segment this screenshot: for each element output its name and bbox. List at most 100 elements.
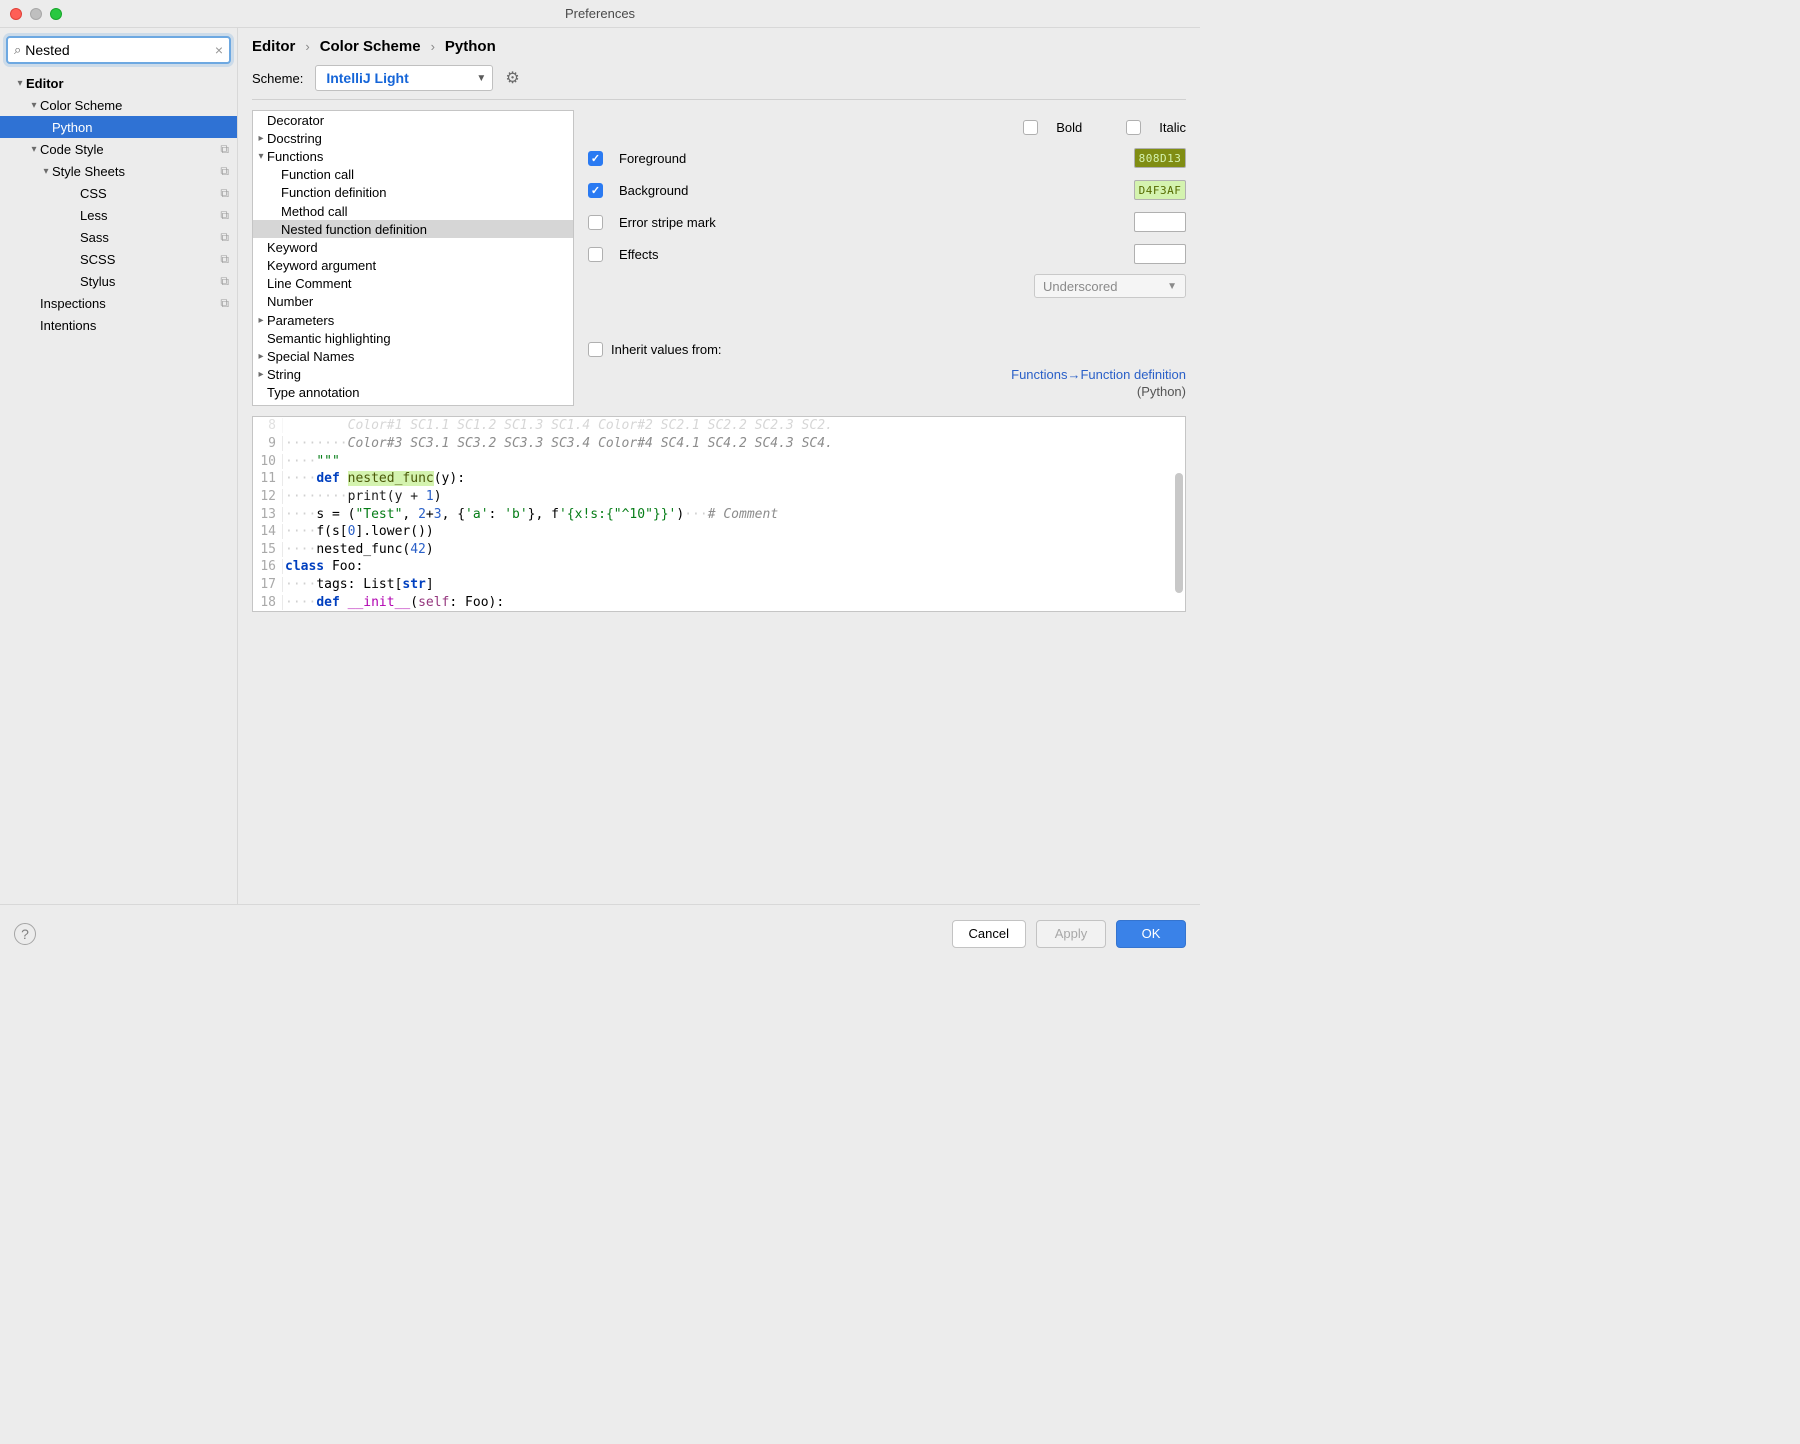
category-label: Parameters bbox=[267, 313, 334, 328]
category-function-call[interactable]: Function call bbox=[253, 166, 573, 184]
category-function-definition[interactable]: Function definition bbox=[253, 184, 573, 202]
scheme-label: Scheme: bbox=[252, 71, 303, 86]
category-label: Semantic highlighting bbox=[267, 331, 391, 346]
copy-icon[interactable]: ⧉ bbox=[220, 208, 229, 223]
errorstripe-swatch[interactable] bbox=[1134, 212, 1186, 232]
category-label: Function call bbox=[281, 167, 354, 182]
chevron-down-icon: ▾ bbox=[28, 100, 40, 111]
bold-checkbox[interactable] bbox=[1023, 120, 1038, 135]
copy-icon[interactable]: ⧉ bbox=[220, 142, 229, 157]
chevron-right-icon: ▸ bbox=[255, 315, 267, 326]
effects-checkbox[interactable] bbox=[588, 247, 603, 262]
copy-icon[interactable]: ⧉ bbox=[220, 296, 229, 311]
inherit-link[interactable]: Functions→Function definition bbox=[588, 367, 1186, 382]
category-label: Keyword argument bbox=[267, 258, 376, 273]
gutter-line: 8 bbox=[253, 418, 283, 433]
italic-checkbox[interactable] bbox=[1126, 120, 1141, 135]
category-label: Number bbox=[267, 294, 313, 309]
breadcrumb-item[interactable]: Python bbox=[445, 38, 496, 55]
category-label: Decorator bbox=[267, 113, 324, 128]
background-checkbox[interactable] bbox=[588, 183, 603, 198]
category-semantic-highlighting[interactable]: Semantic highlighting bbox=[253, 329, 573, 347]
help-icon[interactable]: ? bbox=[14, 923, 36, 945]
category-number[interactable]: Number bbox=[253, 293, 573, 311]
inherit-checkbox[interactable] bbox=[588, 342, 603, 357]
background-label: Background bbox=[613, 183, 1124, 198]
gutter-line: 10 bbox=[253, 454, 283, 469]
sidebar-item-label: Python bbox=[52, 120, 229, 135]
gutter-line: 12 bbox=[253, 489, 283, 504]
category-nested-function-definition[interactable]: Nested function definition bbox=[253, 220, 573, 238]
search-input[interactable]: ⌕ × bbox=[6, 36, 231, 64]
sidebar: ⌕ × ▾Editor▾Color Scheme Python ▾Code Styl… bbox=[0, 28, 238, 904]
foreground-checkbox[interactable] bbox=[588, 151, 603, 166]
code-preview[interactable]: 8 Color#1 SC1.1 SC1.2 SC1.3 SC1.4 Color#… bbox=[252, 416, 1186, 612]
chevron-down-icon: ▾ bbox=[255, 151, 267, 162]
sidebar-item-label: Sass bbox=[80, 230, 220, 245]
category-line-comment[interactable]: Line Comment bbox=[253, 275, 573, 293]
chevron-down-icon: ▼ bbox=[1167, 281, 1177, 292]
breadcrumb: Editor › Color Scheme › Python bbox=[252, 36, 1186, 65]
sidebar-item-color-scheme[interactable]: ▾Color Scheme bbox=[0, 94, 237, 116]
category-label: Docstring bbox=[267, 131, 322, 146]
breadcrumb-item[interactable]: Editor bbox=[252, 38, 295, 55]
background-swatch[interactable]: D4F3AF bbox=[1134, 180, 1186, 200]
copy-icon[interactable]: ⧉ bbox=[220, 252, 229, 267]
scrollbar-vertical[interactable] bbox=[1175, 473, 1183, 593]
scheme-select[interactable]: IntelliJ Light ▼ bbox=[315, 65, 493, 91]
category-keyword-argument[interactable]: Keyword argument bbox=[253, 257, 573, 275]
foreground-swatch[interactable]: 808D13 bbox=[1134, 148, 1186, 168]
sidebar-item-intentions[interactable]: Intentions bbox=[0, 314, 237, 336]
sidebar-item-code-style[interactable]: ▾Code Style⧉ bbox=[0, 138, 237, 160]
sidebar-item-stylus[interactable]: Stylus⧉ bbox=[0, 270, 237, 292]
category-string[interactable]: ▸String bbox=[253, 366, 573, 384]
sidebar-item-css[interactable]: CSS⧉ bbox=[0, 182, 237, 204]
category-docstring[interactable]: ▸Docstring bbox=[253, 129, 573, 147]
sidebar-item-label: Style Sheets bbox=[52, 164, 220, 179]
category-functions[interactable]: ▾Functions bbox=[253, 147, 573, 165]
sidebar-item-sass[interactable]: Sass⧉ bbox=[0, 226, 237, 248]
category-label: Type annotation bbox=[267, 385, 360, 400]
search-field[interactable] bbox=[25, 42, 215, 58]
category-keyword[interactable]: Keyword bbox=[253, 238, 573, 256]
breadcrumb-item[interactable]: Color Scheme bbox=[320, 38, 421, 55]
sidebar-item-label: Intentions bbox=[40, 318, 229, 333]
category-decorator[interactable]: Decorator bbox=[253, 111, 573, 129]
sidebar-item-less[interactable]: Less⧉ bbox=[0, 204, 237, 226]
chevron-right-icon: ▸ bbox=[255, 369, 267, 380]
content-pane: Editor › Color Scheme › Python Scheme: I… bbox=[238, 28, 1200, 904]
gear-icon[interactable]: ⚙ bbox=[505, 68, 519, 88]
sidebar-item-python[interactable]: Python bbox=[0, 116, 237, 138]
gutter-line: 18 bbox=[253, 595, 283, 610]
category-type-annotation[interactable]: Type annotation bbox=[253, 384, 573, 402]
footer: ? Cancel Apply OK bbox=[0, 904, 1200, 962]
effects-type-select[interactable]: Underscored ▼ bbox=[1034, 274, 1186, 298]
category-label: String bbox=[267, 367, 301, 382]
sidebar-item-editor[interactable]: ▾Editor bbox=[0, 72, 237, 94]
copy-icon[interactable]: ⧉ bbox=[220, 230, 229, 245]
ok-button[interactable]: OK bbox=[1116, 920, 1186, 948]
category-method-call[interactable]: Method call bbox=[253, 202, 573, 220]
category-label: Special Names bbox=[267, 349, 354, 364]
clear-icon[interactable]: × bbox=[215, 42, 223, 58]
sidebar-item-label: Inspections bbox=[40, 296, 220, 311]
chevron-down-icon: ▾ bbox=[14, 78, 26, 89]
gutter-line: 17 bbox=[253, 577, 283, 592]
category-special-names[interactable]: ▸Special Names bbox=[253, 347, 573, 365]
copy-icon[interactable]: ⧉ bbox=[220, 274, 229, 289]
category-label: Function definition bbox=[281, 185, 387, 200]
sidebar-item-inspections[interactable]: Inspections⧉ bbox=[0, 292, 237, 314]
sidebar-item-style-sheets[interactable]: ▾Style Sheets⧉ bbox=[0, 160, 237, 182]
sidebar-item-label: SCSS bbox=[80, 252, 220, 267]
titlebar: Preferences bbox=[0, 0, 1200, 28]
category-list[interactable]: Decorator▸Docstring▾FunctionsFunction ca… bbox=[252, 110, 574, 406]
errorstripe-label: Error stripe mark bbox=[613, 215, 1124, 230]
effects-swatch[interactable] bbox=[1134, 244, 1186, 264]
errorstripe-checkbox[interactable] bbox=[588, 215, 603, 230]
category-parameters[interactable]: ▸Parameters bbox=[253, 311, 573, 329]
apply-button[interactable]: Apply bbox=[1036, 920, 1106, 948]
sidebar-item-scss[interactable]: SCSS⧉ bbox=[0, 248, 237, 270]
copy-icon[interactable]: ⧉ bbox=[220, 186, 229, 201]
copy-icon[interactable]: ⧉ bbox=[220, 164, 229, 179]
cancel-button[interactable]: Cancel bbox=[952, 920, 1026, 948]
